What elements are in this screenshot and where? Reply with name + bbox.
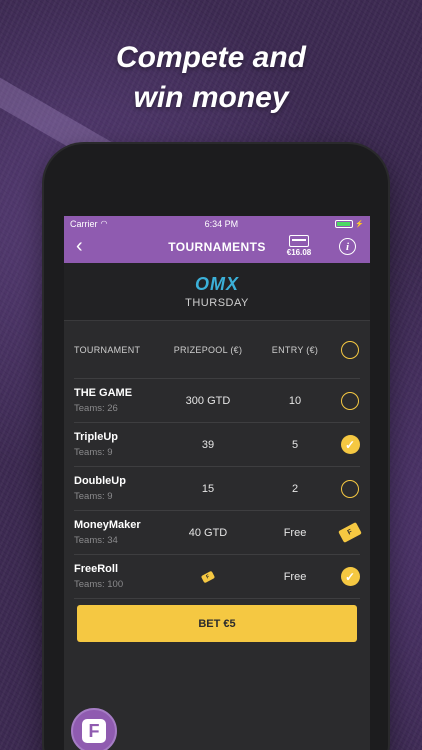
table-row[interactable]: TripleUp Teams: 9 39 5 ✓: [74, 423, 360, 467]
page-title: TOURNAMENTS: [168, 240, 266, 254]
table-row[interactable]: DoubleUp Teams: 9 15 2: [74, 467, 360, 511]
prizepool-value: 15: [201, 482, 215, 495]
wallet-balance: €16.08: [286, 248, 312, 257]
header-prizepool: PRIZEPOOL (€): [173, 344, 243, 355]
tournament-name: MoneyMaker: [74, 519, 141, 531]
table-row[interactable]: THE GAME Teams: 26 300 GTD 10: [74, 379, 360, 423]
info-button[interactable]: i: [339, 238, 356, 255]
tournament-teams: Teams: 26: [74, 403, 118, 414]
row-checkbox-checked[interactable]: ✓: [340, 435, 360, 454]
bet-button[interactable]: BET €5: [77, 605, 357, 642]
entry-value: 5: [291, 438, 299, 451]
row-checkbox[interactable]: [341, 479, 359, 498]
table-row[interactable]: FreeRoll Teams: 100 F Free ✓: [74, 555, 360, 599]
battery-icon: [335, 219, 354, 228]
brand-header: OMX THURSDAY: [64, 263, 370, 321]
entry-value: Free: [283, 526, 307, 539]
prizepool-value: 300 GTD: [185, 394, 231, 407]
prizepool-value: F: [166, 570, 250, 583]
headline-line-1: Compete and: [115, 41, 307, 74]
tournament-name: THE GAME: [74, 387, 133, 399]
tournament-name: DoubleUp: [74, 475, 126, 487]
tournament-teams: Teams: 9: [74, 447, 113, 458]
headline-line-2: win money: [133, 81, 289, 114]
prizepool-value: 39: [201, 438, 215, 451]
status-time: 6:34 PM: [204, 218, 239, 229]
row-checkbox-checked[interactable]: ✓: [340, 567, 360, 586]
select-all-checkbox[interactable]: [341, 340, 359, 359]
tournament-name: TripleUp: [74, 431, 119, 443]
status-bar: Carrier ◠ 6:34 PM ⚡: [64, 216, 370, 231]
header-entry: ENTRY (€): [271, 344, 319, 355]
promo-headline: Compete and win money: [0, 38, 422, 118]
table-row[interactable]: MoneyMaker Teams: 34 40 GTD Free F: [74, 511, 362, 555]
entry-value: Free: [283, 570, 307, 583]
carrier-label: Carrier: [70, 218, 98, 229]
entry-value: 10: [288, 394, 302, 407]
entry-value: 2: [291, 482, 299, 495]
tournament-table: TOURNAMENT PRIZEPOOL (€) ENTRY (€) THE G…: [64, 321, 370, 599]
charging-icon: ⚡: [355, 220, 364, 228]
app-logo-icon: F: [82, 719, 106, 743]
tournament-name: FreeRoll: [74, 563, 119, 575]
tournament-teams: Teams: 100: [74, 579, 124, 590]
app-fab-button[interactable]: F: [71, 708, 117, 750]
table-header: TOURNAMENT PRIZEPOOL (€) ENTRY (€): [74, 321, 360, 379]
wifi-icon: ◠: [100, 219, 108, 228]
nav-bar: ‹ TOURNAMENTS €16.08 i: [64, 231, 370, 263]
app-screen: Carrier ◠ 6:34 PM ⚡ ‹ TOURNAMENTS €16.08…: [64, 216, 370, 750]
ticket-icon[interactable]: F: [338, 522, 362, 543]
row-checkbox[interactable]: [341, 391, 359, 410]
prize-ticket-icon: F: [200, 570, 216, 583]
wallet-button[interactable]: €16.08: [282, 235, 316, 257]
back-button[interactable]: ‹: [76, 236, 83, 256]
tournament-teams: Teams: 34: [74, 535, 118, 546]
brand-subtitle: THURSDAY: [185, 297, 249, 309]
tournament-teams: Teams: 9: [74, 491, 113, 502]
header-tournament: TOURNAMENT: [74, 344, 141, 355]
omx-logo: OMX: [194, 274, 239, 294]
wallet-icon: [289, 235, 309, 247]
prizepool-value: 40 GTD: [188, 526, 228, 539]
